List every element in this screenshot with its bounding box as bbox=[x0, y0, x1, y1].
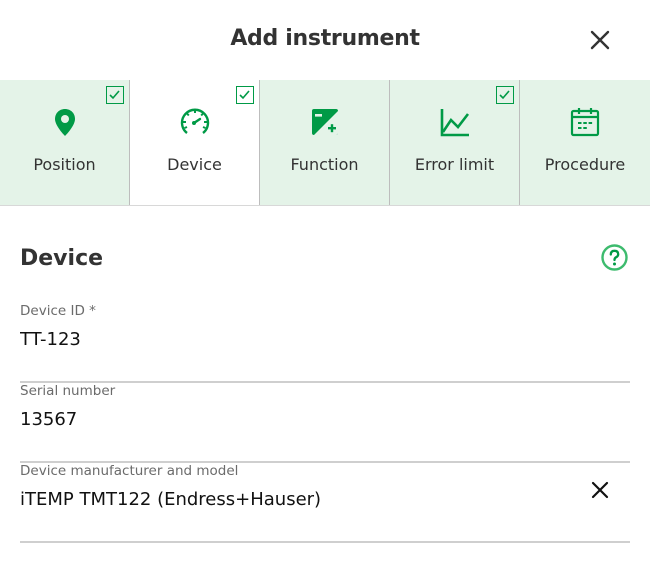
clear-button[interactable] bbox=[588, 478, 612, 502]
step-checkbox bbox=[106, 86, 124, 104]
step-checkbox bbox=[496, 86, 514, 104]
dialog-header: Add instrument bbox=[0, 0, 650, 80]
device-id-field: Device ID * bbox=[20, 303, 630, 383]
dialog-title: Add instrument bbox=[230, 26, 420, 51]
checkmark-icon bbox=[499, 90, 510, 100]
step-tab-device[interactable]: Device bbox=[130, 80, 260, 205]
step-label: Device bbox=[167, 155, 222, 174]
close-icon bbox=[590, 30, 610, 50]
checkmark-icon bbox=[109, 90, 120, 100]
close-button[interactable] bbox=[586, 26, 614, 54]
help-button[interactable] bbox=[600, 243, 629, 272]
manufacturer-model-input[interactable] bbox=[20, 489, 560, 510]
step-tab-function[interactable]: Function bbox=[260, 80, 390, 205]
help-icon bbox=[601, 244, 628, 271]
step-checkbox bbox=[236, 86, 254, 104]
device-id-input[interactable] bbox=[20, 329, 560, 350]
step-tab-procedure[interactable]: Procedure bbox=[520, 80, 650, 205]
step-label: Function bbox=[290, 155, 359, 174]
gauge-icon bbox=[180, 108, 210, 134]
manufacturer-model-field: Device manufacturer and model bbox=[20, 463, 630, 543]
function-icon bbox=[312, 109, 338, 135]
calendar-icon bbox=[570, 108, 600, 137]
step-tabs: Position Device Function Error limit Pro… bbox=[0, 80, 650, 206]
section-title: Device bbox=[20, 246, 104, 271]
field-label: Device manufacturer and model bbox=[20, 463, 239, 479]
step-tab-position[interactable]: Position bbox=[0, 80, 130, 205]
map-pin-icon bbox=[55, 109, 75, 136]
line-chart-icon bbox=[440, 109, 470, 137]
checkmark-icon bbox=[239, 90, 250, 100]
close-icon bbox=[591, 481, 609, 499]
serial-number-input[interactable] bbox=[20, 409, 560, 430]
serial-number-field: Serial number bbox=[20, 383, 630, 463]
step-label: Error limit bbox=[414, 155, 495, 174]
step-label: Position bbox=[33, 155, 96, 174]
field-label: Device ID * bbox=[20, 303, 96, 319]
step-tab-error-limit[interactable]: Error limit bbox=[390, 80, 520, 205]
step-label: Procedure bbox=[544, 155, 626, 174]
field-label: Serial number bbox=[20, 383, 116, 399]
